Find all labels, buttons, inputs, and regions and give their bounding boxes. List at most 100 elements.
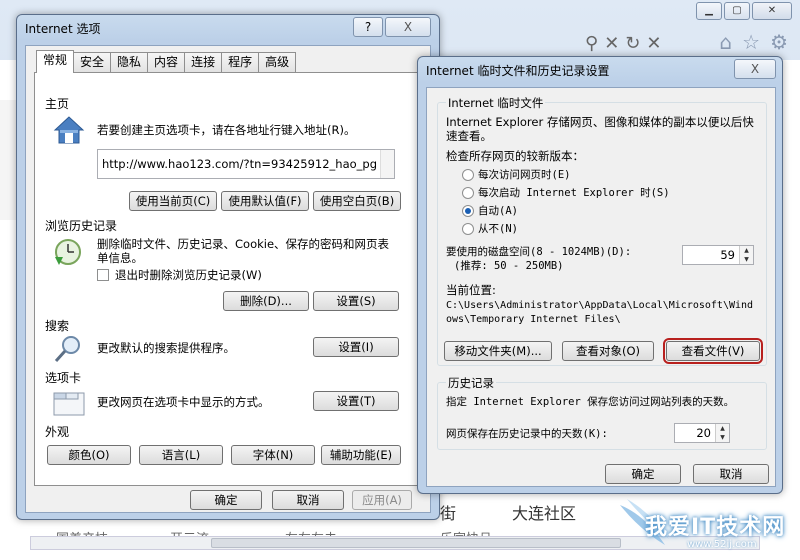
bg-text: 街 [440,504,457,523]
dialog-body: Internet 临时文件 Internet Explorer 存储网页、图像和… [426,87,776,487]
languages-button[interactable]: 语言(L) [139,445,223,465]
browser-close-button[interactable]: ✕ [752,2,792,20]
disk-space-spinner[interactable]: 59 ▲ ▼ [682,245,754,265]
use-current-button[interactable]: 使用当前页(C) [129,191,217,211]
temp-files-group: Internet 临时文件 Internet Explorer 存储网页、图像和… [437,95,767,366]
general-tab-panel: 主页 若要创建主页选项卡，请在各地址行键入地址(R)。 http://www.h… [34,72,424,486]
history-days-group-title: 历史记录 [446,375,496,391]
apply-button[interactable]: 应用(A) [352,490,412,510]
move-folder-button[interactable]: 移动文件夹(M)... [444,341,552,361]
homepage-url-field[interactable]: http://www.hao123.com/?tn=93425912_hao_p… [97,149,395,179]
watermark-url: www.52ij.com [687,539,757,550]
dialog-cancel-button[interactable]: 取消 [693,464,769,484]
tab-programs[interactable]: 程序 [221,52,260,72]
dialog-ok-button[interactable]: 确定 [605,464,681,484]
history-days-value: 20 [696,426,711,440]
delete-on-exit-label[interactable]: 退出时删除浏览历史记录(W) [115,268,262,282]
homepage-url-text: http://www.hao123.com/?tn=93425912_hao_p… [102,157,378,171]
tab-general[interactable]: 常规 [36,50,75,73]
accessibility-button[interactable]: 辅助功能(E) [321,445,401,465]
window-body: 常规 安全 隐私 内容 连接 程序 高级 主页 若要创建主页选项卡，请在各地址行… [25,45,431,513]
minimize-button[interactable]: ▁ [696,2,722,20]
homepage-label: 主页 [45,97,70,111]
magnifier-icon [53,333,85,368]
window-title: Internet 选项 [25,22,101,36]
gear-icon[interactable]: ⚙ [770,30,788,54]
homepage-description: 若要创建主页选项卡，请在各地址行键入地址(R)。 [97,123,356,137]
watermark-text: 我爱IT技术网 [645,515,786,540]
search-label: 搜索 [45,319,70,333]
tabs-settings-button[interactable]: 设置(T) [313,391,399,411]
scrollbar-thumb[interactable] [211,538,621,548]
fonts-button[interactable]: 字体(N) [231,445,315,465]
tabs-group-label: 选项卡 [45,371,82,385]
close-button[interactable]: X [385,17,431,37]
search-description: 更改默认的搜索提供程序。 [97,341,235,355]
radio-never[interactable] [462,223,474,235]
dialog-close-button[interactable]: X [734,59,776,79]
radio-every-visit[interactable] [462,169,474,181]
browser-window-controls: ▁ ▢ ✕ [696,2,792,20]
delete-history-button[interactable]: 删除(D)... [223,291,309,311]
current-location-path: C:\Users\Administrator\AppData\Local\Mic… [446,300,754,325]
radio-never-label[interactable]: 从不(N) [478,222,518,236]
use-blank-button[interactable]: 使用空白页(B) [313,191,401,211]
help-button[interactable]: ? [353,17,383,37]
temp-files-description: Internet Explorer 存储网页、图像和媒体的副本以便以后快速查看。 [446,115,754,143]
tab-strip: 常规 安全 隐私 内容 连接 程序 高级 [36,50,297,73]
tabs-description: 更改网页在选项卡中显示的方式。 [97,395,270,409]
temp-files-group-title: Internet 临时文件 [446,95,546,111]
house-icon [53,115,85,148]
tabs-icon [53,389,85,420]
browser-toolbar-icons: ⌂ ☆ ⚙ [719,30,788,54]
view-files-button[interactable]: 查看文件(V) [663,338,763,364]
temp-files-dialog: Internet 临时文件和历史记录设置 X Internet 临时文件 Int… [417,56,783,494]
favorites-star-icon[interactable]: ☆ [742,30,760,54]
tab-content[interactable]: 内容 [147,52,186,72]
internet-options-window: Internet 选项 ? X 常规 安全 隐私 内容 连接 程序 高级 主页 … [16,14,440,520]
appearance-label: 外观 [45,425,70,439]
close-icon[interactable]: ✕ [646,33,667,54]
radio-every-visit-label[interactable]: 每次访问网页时(E) [478,168,570,182]
tab-advanced[interactable]: 高级 [258,52,297,72]
history-settings-button[interactable]: 设置(S) [313,291,399,311]
use-default-button[interactable]: 使用默认值(F) [221,191,309,211]
radio-every-start-label[interactable]: 每次启动 Internet Explorer 时(S) [478,186,670,200]
history-days-description: 指定 Internet Explorer 保存您访问过网站列表的天数。 [446,396,735,408]
history-label: 浏览历史记录 [45,219,118,233]
view-objects-button[interactable]: 查看对象(O) [562,341,654,361]
delete-on-exit-checkbox[interactable] [97,269,109,281]
stop-icon[interactable]: ✕ [604,33,625,54]
search-icon[interactable]: ⚲ [585,33,604,54]
browser-nav-icons: ⚲✕↻✕ [585,33,667,54]
home-icon[interactable]: ⌂ [719,30,732,54]
url-scrollbar[interactable] [380,150,394,178]
refresh-icon[interactable]: ↻ [625,33,646,54]
watermark: 我爱IT技术网 www.52ij.com [615,495,795,557]
cancel-button[interactable]: 取消 [272,490,344,510]
history-days-group: 历史记录 指定 Internet Explorer 保存您访问过网站列表的天数。… [437,375,767,450]
search-settings-button[interactable]: 设置(I) [313,337,399,357]
radio-every-start[interactable] [462,187,474,199]
radio-automatic[interactable] [462,205,474,217]
spinner-arrows-icon[interactable]: ▲ ▼ [715,424,729,442]
dialog-title: Internet 临时文件和历史记录设置 [426,64,610,78]
history-description: 删除临时文件、历史记录、Cookie、保存的密码和网页表单信息。 [97,237,390,265]
disk-space-value: 59 [720,248,735,262]
maximize-button[interactable]: ▢ [724,2,750,20]
bg-text[interactable]: 大连社区 [512,500,576,524]
tab-privacy[interactable]: 隐私 [110,52,149,72]
tab-security[interactable]: 安全 [73,52,112,72]
ok-button[interactable]: 确定 [190,490,262,510]
history-clock-icon [53,237,85,270]
history-days-label: 网页保存在历史记录中的天数(K): [446,428,608,440]
tab-connections[interactable]: 连接 [184,52,223,72]
check-versions-label: 检查所存网页的较新版本： [446,149,584,163]
current-location-label: 当前位置: [446,283,496,297]
radio-automatic-label[interactable]: 自动(A) [478,204,518,218]
spinner-arrows-icon[interactable]: ▲ ▼ [739,246,753,264]
history-days-spinner[interactable]: 20 ▲ ▼ [674,423,730,443]
disk-space-label: 要使用的磁盘空间(8 - 1024MB)(D): [446,246,632,258]
colors-button[interactable]: 颜色(O) [47,445,131,465]
disk-space-hint: (推荐: 50 - 250MB) [454,260,564,272]
